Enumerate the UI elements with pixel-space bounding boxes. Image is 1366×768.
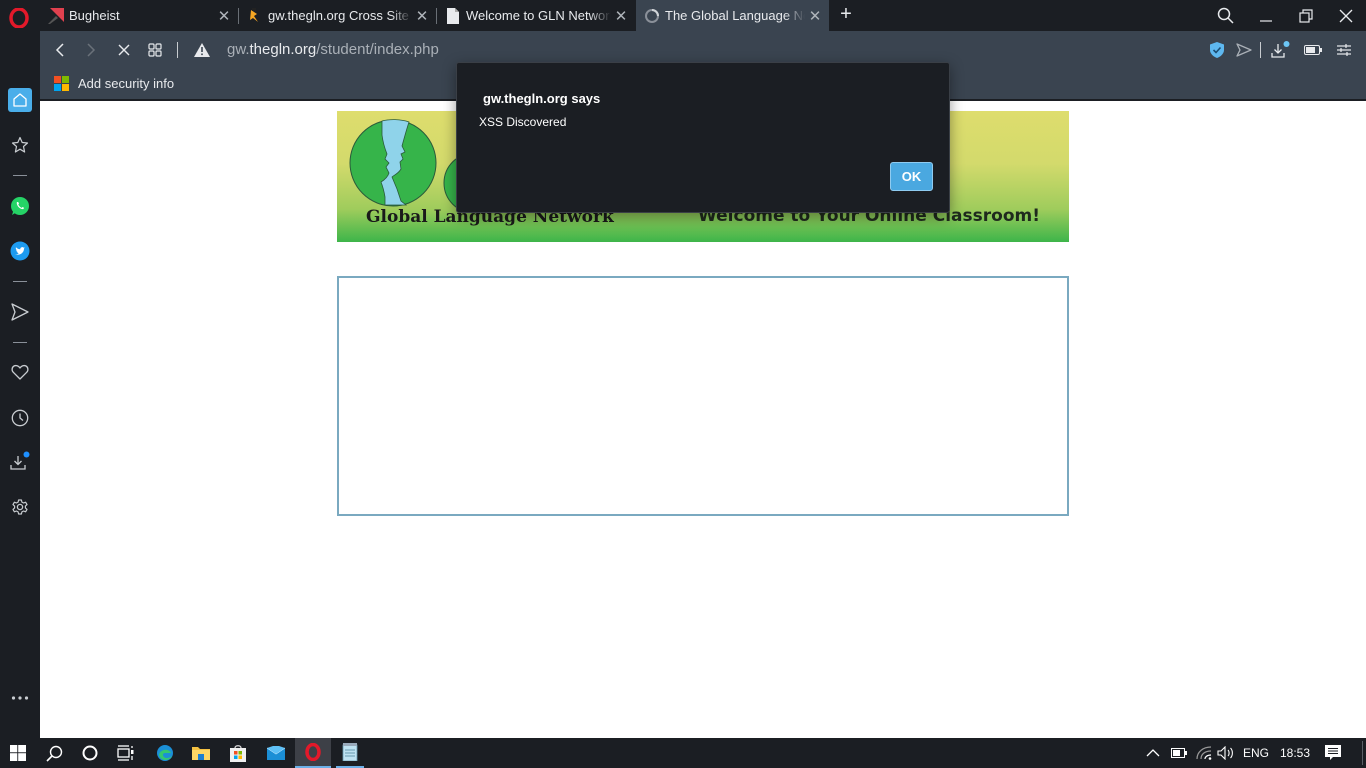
sidebar-my-flow-icon[interactable]: [8, 300, 32, 324]
battery-icon[interactable]: [1171, 738, 1187, 768]
mail-icon[interactable]: [258, 738, 294, 768]
tab-overview-icon[interactable]: [145, 40, 165, 60]
file-explorer-icon[interactable]: [183, 738, 219, 768]
url-path: /student/index.php: [316, 41, 439, 58]
close-tab-icon[interactable]: ✕: [214, 7, 234, 25]
content-frame: [337, 276, 1069, 516]
input-language-indicator[interactable]: ENG: [1243, 738, 1269, 768]
dialog-message: XSS Discovered: [479, 115, 567, 129]
tab-search-icon[interactable]: [1206, 0, 1246, 31]
sidebar-downloads-icon[interactable]: [8, 449, 32, 473]
microsoft-logo-icon: [54, 76, 69, 91]
url-domain: thegln.org: [249, 41, 317, 58]
sidebar-home-icon[interactable]: [8, 88, 32, 112]
downloads-icon[interactable]: [1271, 41, 1291, 59]
restore-button[interactable]: [1286, 0, 1326, 31]
volume-speaker-icon[interactable]: [1217, 738, 1235, 768]
tab-global-language-network[interactable]: The Global Language Network ✕: [636, 0, 829, 31]
tab-title: Welcome to GLN Network Student: [466, 8, 611, 23]
action-center-notifications-icon[interactable]: [1325, 738, 1341, 768]
cortana-icon[interactable]: [72, 738, 108, 768]
sidebar-separator: [13, 281, 27, 282]
opera-menu-icon[interactable]: [9, 7, 29, 29]
windows-taskbar: ENG 18:53: [0, 738, 1366, 768]
not-secure-warning-icon[interactable]: [193, 41, 211, 59]
close-tab-icon[interactable]: ✕: [412, 7, 432, 25]
ok-button[interactable]: OK: [890, 162, 933, 191]
sidebar-more-icon[interactable]: [8, 686, 32, 710]
tab-title: Bugheist: [69, 8, 120, 23]
bookmark-add-security-info[interactable]: Add security info: [54, 76, 174, 91]
sidebar-bookmarks-heart-icon[interactable]: [8, 360, 32, 384]
task-view-icon[interactable]: [108, 738, 144, 768]
tab-strip: Bugheist ✕ gw.thegln.org Cross Site Scri…: [0, 0, 1366, 31]
wifi-icon[interactable]: [1196, 738, 1212, 768]
sidebar-speed-dial-star-icon[interactable]: [8, 133, 32, 157]
microsoft-store-icon[interactable]: [220, 738, 256, 768]
clock-time[interactable]: 18:53: [1280, 738, 1310, 768]
sidebar-whatsapp-icon[interactable]: [8, 194, 32, 218]
start-button-windows-icon[interactable]: [0, 738, 36, 768]
sidebar-settings-gear-icon[interactable]: [8, 495, 32, 519]
dialog-title: gw.thegln.org says: [483, 91, 601, 106]
new-tab-button[interactable]: +: [838, 3, 854, 26]
battery-saver-icon[interactable]: [1302, 41, 1324, 59]
search-icon[interactable]: [36, 738, 72, 768]
edge-browser-icon[interactable]: [147, 738, 183, 768]
stop-loading-button[interactable]: [114, 40, 134, 60]
document-icon: [445, 7, 461, 24]
notepad-icon[interactable]: [336, 738, 364, 768]
forward-button[interactable]: [81, 40, 101, 60]
sidebar-twitter-icon[interactable]: [8, 239, 32, 263]
opera-taskbar-icon[interactable]: [295, 738, 331, 768]
url-prefix: gw.: [227, 41, 250, 58]
tab-welcome-gln[interactable]: Welcome to GLN Network Student ✕: [437, 0, 635, 31]
show-hidden-icons-chevron-up-icon[interactable]: [1146, 738, 1160, 768]
sidebar: [0, 31, 40, 738]
tab-bugheist[interactable]: Bugheist ✕: [40, 0, 238, 31]
address-bar[interactable]: gw.thegln.org/student/index.php: [227, 41, 439, 58]
minimize-button[interactable]: [1246, 0, 1286, 31]
alert-dialog: gw.thegln.org says XSS Discovered OK: [456, 62, 950, 213]
sidebar-separator: [13, 175, 27, 176]
easy-setup-icon[interactable]: [1334, 41, 1354, 59]
send-snapshot-icon[interactable]: [1235, 41, 1253, 59]
toolbar-separator: [177, 42, 178, 58]
sidebar-history-clock-icon[interactable]: [8, 406, 32, 430]
close-tab-icon[interactable]: ✕: [805, 7, 825, 25]
close-tab-icon[interactable]: ✕: [611, 7, 631, 25]
bookmark-label: Add security info: [78, 76, 175, 91]
bugheist-icon: [48, 7, 64, 24]
vpn-shield-icon[interactable]: [1208, 41, 1226, 59]
sidebar-separator: [13, 342, 27, 343]
tab-cross-site-scripting[interactable]: gw.thegln.org Cross Site Scripting ✕: [239, 0, 436, 31]
back-button[interactable]: [50, 40, 70, 60]
loading-spinner-icon: [644, 8, 660, 24]
toolbar-separator: [1260, 42, 1261, 58]
tab-title: The Global Language Network: [665, 8, 805, 23]
show-desktop-button[interactable]: [1362, 741, 1363, 765]
tab-title: gw.thegln.org Cross Site Scripting: [268, 8, 412, 23]
bug-icon: [247, 7, 263, 24]
close-window-button[interactable]: [1326, 0, 1366, 31]
